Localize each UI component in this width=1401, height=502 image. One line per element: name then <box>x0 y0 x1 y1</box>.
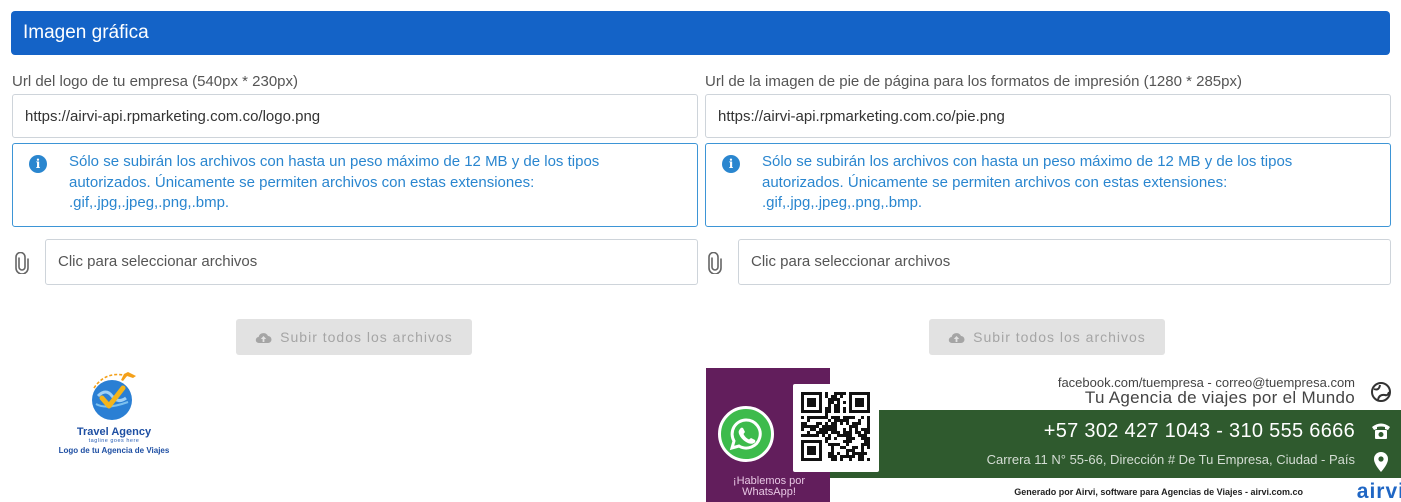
footer-url-input[interactable] <box>705 94 1391 138</box>
paperclip-icon[interactable] <box>707 252 723 274</box>
footer-url-label: Url de la imagen de pie de página para l… <box>705 73 1242 90</box>
paperclip-icon[interactable] <box>14 252 30 274</box>
globe-icon <box>1371 382 1391 402</box>
logo-preview-title: Travel Agency <box>76 426 152 438</box>
cloud-upload-icon <box>948 333 965 344</box>
logo-info-alert: i Sólo se subirán los archivos con hasta… <box>12 143 698 227</box>
footer-preview-banner: ¡Hablemos por WhatsApp! facebook.com/tue… <box>706 368 1401 502</box>
footer-upload-column: Url de la imagen de pie de página para l… <box>705 72 1391 285</box>
footer-info-text: Sólo se subirán los archivos con hasta u… <box>762 153 1293 211</box>
logo-upload-all-button[interactable]: Subir todos los archivos <box>236 319 472 355</box>
logo-url-label: Url del logo de tu empresa (540px * 230p… <box>12 73 298 90</box>
logo-upload-column: Url del logo de tu empresa (540px * 230p… <box>12 72 698 285</box>
banner-address: Carrera 11 N° 55-66, Dirección # De Tu E… <box>986 452 1355 467</box>
qr-code-icon <box>793 384 879 472</box>
logo-preview: Travel Agency tagline goes here Logo de … <box>44 366 184 462</box>
banner-slogan: Tu Agencia de viajes por el Mundo <box>1084 388 1355 407</box>
logo-preview-caption: Logo de tu Agencia de Viajes <box>58 446 170 455</box>
cloud-upload-icon <box>255 333 272 344</box>
upload-all-label: Subir todos los archivos <box>280 329 453 345</box>
info-icon: i <box>722 155 740 173</box>
upload-all-label: Subir todos los archivos <box>973 329 1146 345</box>
info-icon: i <box>29 155 47 173</box>
banner-phone: +57 302 427 1043 - 310 555 6666 <box>1043 420 1355 442</box>
footer-file-select[interactable]: Clic para seleccionar archivos <box>738 239 1391 285</box>
whatsapp-icon <box>718 406 774 462</box>
footer-file-row: Clic para seleccionar archivos <box>705 239 1391 285</box>
whatsapp-cta: ¡Hablemos por WhatsApp! <box>732 475 806 498</box>
footer-info-alert: i Sólo se subirán los archivos con hasta… <box>705 143 1391 227</box>
banner-credit: Generado por Airvi, software para Agenci… <box>1014 487 1303 497</box>
section-title: Imagen gráfica <box>23 22 149 43</box>
travel-globe-icon <box>92 372 136 420</box>
phone-icon <box>1372 423 1390 439</box>
logo-info-text: Sólo se subirán los archivos con hasta u… <box>69 153 600 211</box>
logo-file-select[interactable]: Clic para seleccionar archivos <box>45 239 698 285</box>
logo-preview-tagline: tagline goes here <box>88 438 140 444</box>
location-pin-icon <box>1374 452 1388 472</box>
section-header: Imagen gráfica <box>11 11 1390 55</box>
airvi-logo: airvi <box>1356 480 1401 502</box>
logo-url-input[interactable] <box>12 94 698 138</box>
footer-upload-all-button[interactable]: Subir todos los archivos <box>929 319 1165 355</box>
logo-file-row: Clic para seleccionar archivos <box>12 239 698 285</box>
